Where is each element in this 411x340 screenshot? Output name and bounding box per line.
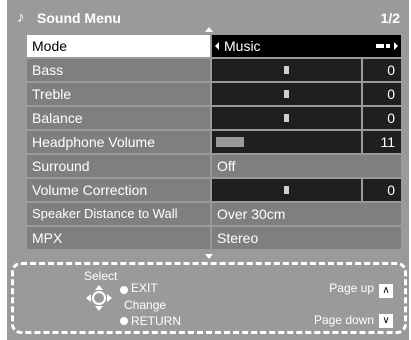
page-down-hint: Page down	[313, 313, 374, 327]
headphone-volume-label: Headphone Volume	[27, 131, 210, 153]
mode-label: Mode	[27, 35, 210, 57]
menu-row-balance[interactable]: Balance 0	[27, 107, 401, 129]
volume-level-fill	[216, 137, 244, 147]
exit-button-icon	[120, 286, 128, 294]
remote-help-panel: Select EXIT Change RETURN Page up ∧ Page…	[11, 262, 407, 334]
menu-row-treble[interactable]: Treble 0	[27, 83, 401, 105]
speaker-distance-value[interactable]: Over 30cm	[212, 203, 401, 225]
slider-center-mark	[284, 66, 289, 74]
mpx-label: MPX	[27, 227, 210, 249]
menu-row-surround[interactable]: Surround Off	[27, 155, 401, 177]
right-arrow-icon	[394, 42, 398, 50]
balance-value: 0	[363, 107, 401, 129]
surround-value[interactable]: Off	[212, 155, 401, 177]
treble-value: 0	[363, 83, 401, 105]
menu-header: ♪ Sound Menu 1/2	[7, 7, 409, 29]
treble-slider[interactable]	[212, 83, 361, 105]
music-note-icon: ♪	[17, 9, 25, 26]
page-up-hint: Page up	[329, 281, 374, 295]
return-hint: RETURN	[131, 314, 181, 328]
option-position-icon	[376, 44, 390, 48]
bass-label: Bass	[27, 59, 210, 81]
menu-row-bass[interactable]: Bass 0	[27, 59, 401, 81]
menu-title: Sound Menu	[37, 10, 121, 26]
mpx-value[interactable]: Stereo	[212, 227, 401, 249]
balance-label: Balance	[27, 107, 210, 129]
balance-slider[interactable]	[212, 107, 361, 129]
page-down-button-icon: ∨	[379, 314, 393, 328]
menu-row-headphone-volume[interactable]: Headphone Volume 11	[27, 131, 401, 153]
bass-value: 0	[363, 59, 401, 81]
speaker-distance-label: Speaker Distance to Wall	[27, 203, 210, 225]
page-indicator: 1/2	[380, 10, 400, 26]
mode-value: Music	[224, 38, 261, 54]
menu-row-mpx[interactable]: MPX Stereo	[27, 227, 401, 249]
volume-correction-label: Volume Correction	[27, 179, 210, 201]
exit-hint: EXIT	[131, 281, 158, 295]
left-arrow-icon	[215, 42, 219, 50]
bass-slider[interactable]	[212, 59, 361, 81]
menu-row-mode[interactable]: Mode Music	[27, 35, 401, 57]
page-up-button-icon: ∧	[379, 284, 393, 298]
slider-center-mark	[284, 90, 289, 98]
headphone-volume-slider[interactable]	[212, 131, 361, 153]
volume-correction-slider[interactable]	[212, 179, 361, 201]
slider-center-mark	[284, 186, 289, 194]
volume-correction-value: 0	[363, 179, 401, 201]
sound-settings-list: Mode Music Bass 0 Treble 0 Balance 0 Hea…	[27, 35, 401, 251]
mode-selector[interactable]: Music	[212, 35, 401, 57]
menu-row-speaker-distance[interactable]: Speaker Distance to Wall Over 30cm	[27, 203, 401, 225]
slider-center-mark	[284, 114, 289, 122]
menu-row-volume-correction[interactable]: Volume Correction 0	[27, 179, 401, 201]
headphone-volume-value: 11	[363, 131, 401, 153]
scroll-down-indicator-icon	[205, 254, 213, 259]
treble-label: Treble	[27, 83, 210, 105]
return-button-icon	[120, 317, 128, 325]
change-hint: Change	[124, 298, 167, 312]
scroll-up-indicator-icon	[205, 27, 213, 32]
surround-label: Surround	[27, 155, 210, 177]
dpad-icon	[86, 285, 112, 311]
select-hint: Select	[84, 269, 118, 283]
